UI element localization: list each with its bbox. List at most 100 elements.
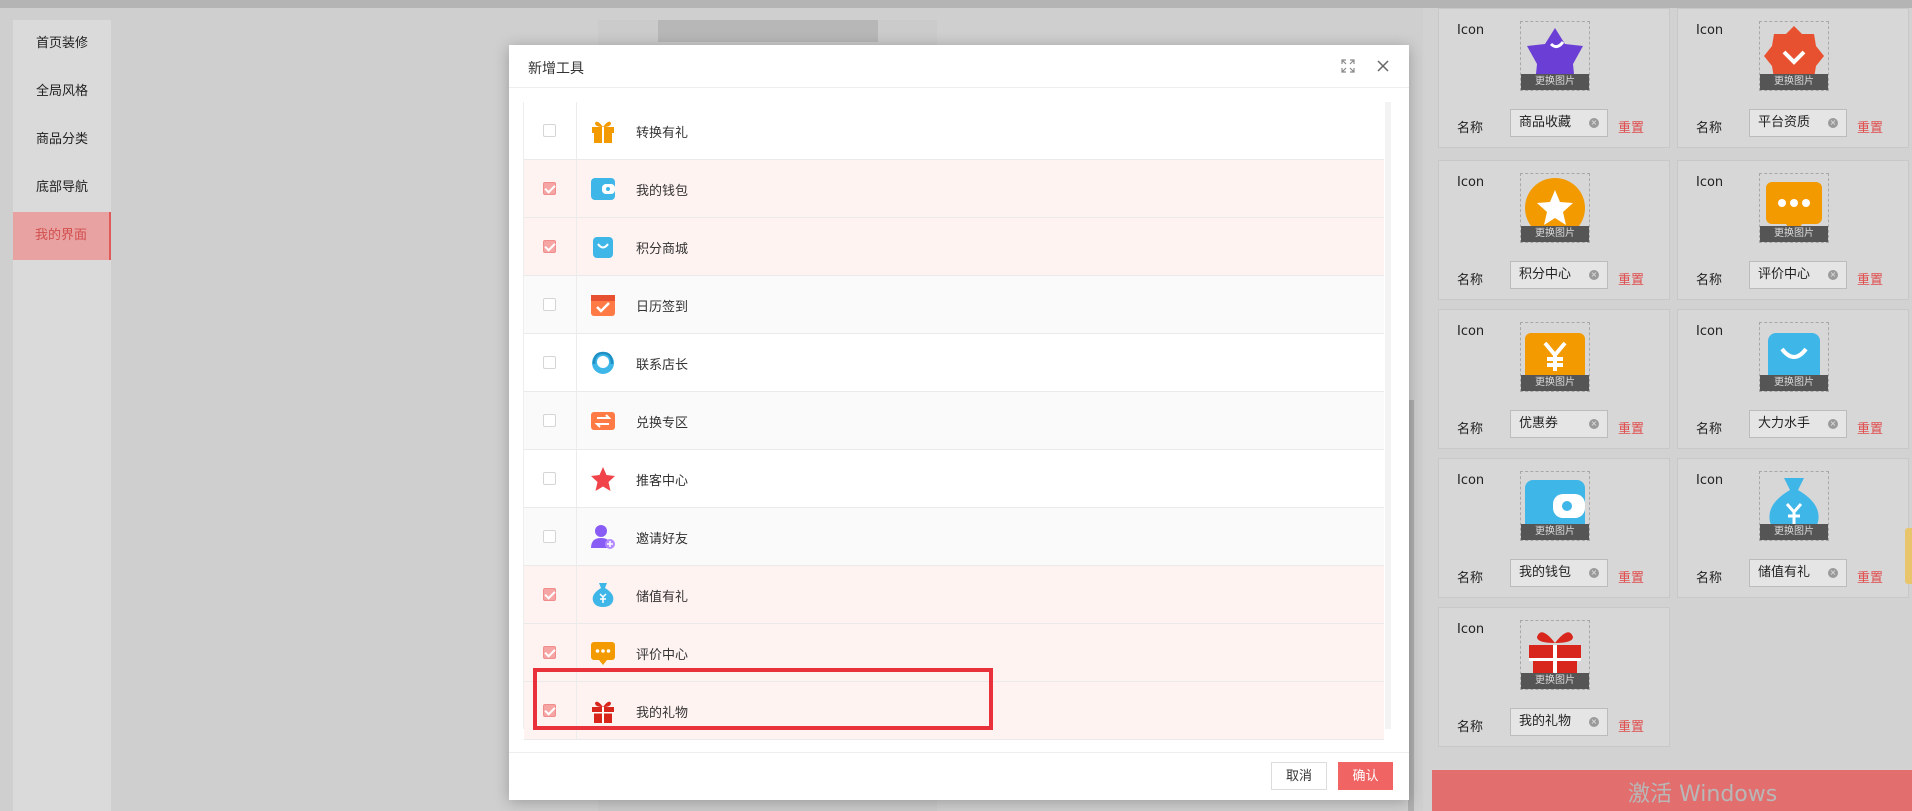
- tool-label: 转换有礼: [636, 126, 689, 141]
- reset-button[interactable]: 重置: [1618, 269, 1644, 288]
- replace-image-button[interactable]: 更换图片: [1760, 375, 1828, 391]
- dialog-title: 新增工具: [528, 61, 584, 77]
- sidebar-item-categories[interactable]: 商品分类: [13, 116, 111, 164]
- icon-preview[interactable]: 更换图片: [1520, 21, 1590, 91]
- replace-image-button[interactable]: 更换图片: [1760, 226, 1828, 242]
- list-scrollbar[interactable]: [1385, 102, 1391, 729]
- sidebar-item-global-style[interactable]: 全局风格: [13, 68, 111, 116]
- list-item[interactable]: 联系店长: [524, 334, 1384, 392]
- clear-icon[interactable]: ×: [1828, 419, 1838, 429]
- name-input[interactable]: 储值有礼 ×: [1749, 559, 1847, 587]
- reset-button[interactable]: 重置: [1618, 418, 1644, 437]
- replace-image-button[interactable]: 更换图片: [1521, 375, 1589, 391]
- tool-checkbox[interactable]: [543, 182, 556, 195]
- confirm-button[interactable]: 确认: [1338, 762, 1393, 790]
- replace-image-button[interactable]: 更换图片: [1521, 673, 1589, 689]
- icon-preview[interactable]: 更换图片: [1759, 322, 1829, 392]
- side-tab[interactable]: [1905, 528, 1912, 584]
- icon-preview[interactable]: 更换图片: [1520, 471, 1590, 541]
- sidebar-item-home-decor[interactable]: 首页装修: [13, 20, 111, 68]
- tool-checkbox[interactable]: [543, 472, 556, 485]
- icon-preview[interactable]: 更换图片: [1520, 322, 1590, 392]
- icon-preview[interactable]: 更换图片: [1759, 21, 1829, 91]
- name-input[interactable]: 我的礼物 ×: [1510, 708, 1608, 736]
- icon-label: Icon: [1457, 473, 1485, 488]
- tool-label: 我的钱包: [636, 184, 689, 199]
- name-input[interactable]: 评价中心 ×: [1749, 261, 1847, 289]
- tool-config-card: Icon 更换图片 名称 商品收藏 × 重置: [1438, 8, 1670, 148]
- name-input[interactable]: 大力水手 ×: [1749, 410, 1847, 438]
- name-label: 名称: [1696, 121, 1723, 136]
- reset-button[interactable]: 重置: [1618, 567, 1644, 586]
- replace-image-button[interactable]: 更换图片: [1521, 524, 1589, 540]
- clear-icon[interactable]: ×: [1589, 717, 1599, 727]
- reset-button[interactable]: 重置: [1857, 418, 1883, 437]
- name-input[interactable]: 商品收藏 ×: [1510, 109, 1608, 137]
- tool-checkbox[interactable]: [543, 588, 556, 601]
- icon-label: Icon: [1457, 324, 1485, 339]
- reset-button[interactable]: 重置: [1857, 567, 1883, 586]
- fullscreen-icon[interactable]: [1338, 56, 1358, 76]
- tool-checkbox[interactable]: [543, 414, 556, 427]
- tool-checkbox[interactable]: [543, 298, 556, 311]
- tool-config-card: Icon 更换图片 名称 我的礼物 × 重置: [1438, 607, 1670, 747]
- name-label: 名称: [1457, 121, 1484, 136]
- calendar-check-icon: [591, 295, 615, 316]
- icon-preview[interactable]: 更换图片: [1520, 173, 1590, 243]
- reset-button[interactable]: 重置: [1857, 269, 1883, 288]
- clear-icon[interactable]: ×: [1828, 270, 1838, 280]
- preview-header: [658, 20, 878, 42]
- replace-image-button[interactable]: 更换图片: [1760, 74, 1828, 90]
- tool-config-card: Icon 更换图片 名称 平台资质 × 重置: [1677, 8, 1909, 148]
- clear-icon[interactable]: ×: [1828, 568, 1838, 578]
- close-icon[interactable]: [1373, 56, 1393, 76]
- shopping-bag-icon: [593, 237, 613, 258]
- list-item[interactable]: 推客中心: [524, 450, 1384, 508]
- clear-icon[interactable]: ×: [1589, 118, 1599, 128]
- list-item[interactable]: 邀请好友: [524, 508, 1384, 566]
- tool-checkbox[interactable]: [543, 530, 556, 543]
- list-item[interactable]: 兑换专区: [524, 392, 1384, 450]
- name-value: 优惠券: [1519, 416, 1559, 431]
- dialog-header: 新增工具: [509, 45, 1409, 88]
- clear-icon[interactable]: ×: [1589, 270, 1599, 280]
- cancel-button[interactable]: 取消: [1271, 762, 1327, 790]
- clear-icon[interactable]: ×: [1589, 419, 1599, 429]
- sidebar-item-my-page[interactable]: 我的界面: [13, 212, 111, 260]
- tool-checkbox[interactable]: [543, 356, 556, 369]
- icon-preview[interactable]: 更换图片: [1759, 471, 1829, 541]
- tool-checkbox[interactable]: [543, 646, 556, 659]
- tool-checkbox[interactable]: [543, 124, 556, 137]
- list-item[interactable]: 储值有礼: [524, 566, 1384, 624]
- name-input[interactable]: 我的钱包 ×: [1510, 559, 1608, 587]
- name-value: 平台资质: [1758, 115, 1811, 130]
- icon-preview[interactable]: 更换图片: [1520, 620, 1590, 690]
- name-input[interactable]: 优惠券 ×: [1510, 410, 1608, 438]
- sidebar-item-bottom-nav[interactable]: 底部导航: [13, 164, 111, 212]
- icon-label: Icon: [1696, 23, 1724, 38]
- name-input[interactable]: 积分中心 ×: [1510, 261, 1608, 289]
- clear-icon[interactable]: ×: [1589, 568, 1599, 578]
- list-item[interactable]: 日历签到: [524, 276, 1384, 334]
- tool-checkbox[interactable]: [543, 240, 556, 253]
- reset-button[interactable]: 重置: [1857, 117, 1883, 136]
- icon-label: Icon: [1696, 324, 1724, 339]
- reset-button[interactable]: 重置: [1618, 117, 1644, 136]
- name-input[interactable]: 平台资质 ×: [1749, 109, 1847, 137]
- clear-icon[interactable]: ×: [1828, 118, 1838, 128]
- money-bag-icon: [592, 583, 614, 607]
- name-value: 积分中心: [1519, 267, 1572, 282]
- list-item[interactable]: 转换有礼: [524, 102, 1384, 160]
- replace-image-button[interactable]: 更换图片: [1760, 524, 1828, 540]
- replace-image-button[interactable]: 更换图片: [1521, 226, 1589, 242]
- icon-preview[interactable]: 更换图片: [1759, 173, 1829, 243]
- comment-icon: [591, 642, 615, 665]
- column-divider: [576, 392, 577, 449]
- reset-button[interactable]: 重置: [1618, 716, 1644, 735]
- icon-label: Icon: [1696, 175, 1724, 190]
- list-item[interactable]: 我的钱包: [524, 160, 1384, 218]
- replace-image-button[interactable]: 更换图片: [1521, 74, 1589, 90]
- column-divider: [576, 450, 577, 507]
- dialog-footer: 取消 确认: [509, 752, 1409, 801]
- list-item[interactable]: 积分商城: [524, 218, 1384, 276]
